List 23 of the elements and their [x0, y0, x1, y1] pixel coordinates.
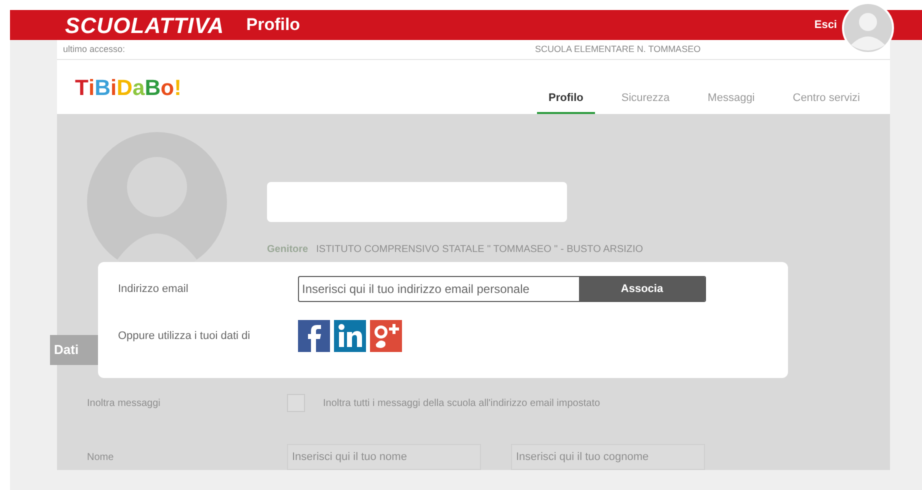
- surname-field[interactable]: Inserisci qui il tuo cognome: [511, 444, 705, 470]
- field-label: Oppure utilizza i tuoi dati di: [118, 328, 252, 344]
- checkbox-label: Inoltra tutti i messaggi della scuola all'indirizzo email impostato: [323, 396, 600, 410]
- field-label: Nome: [87, 450, 115, 464]
- google-plus-icon[interactable]: [370, 320, 402, 352]
- page-title: Profilo: [246, 14, 300, 36]
- last-access-label: ultimo accesso:: [63, 42, 126, 56]
- field-label: Indirizzo email: [118, 282, 190, 297]
- email-field[interactable]: Inserisci qui il tuo indirizzo email personale Associa: [298, 276, 706, 302]
- logout-link[interactable]: Esci: [814, 16, 837, 34]
- nav-tab[interactable]: Messaggi: [696, 90, 767, 114]
- school-name: SCUOLA ELEMENTARE N. TOMMASEO: [535, 42, 701, 56]
- institute-name: ISTITUTO COMPRENSIVO STATALE " TOMMASEO " - BUSTO ARSIZIO: [316, 243, 644, 257]
- linkedin-icon[interactable]: [334, 320, 366, 352]
- nav-tab[interactable]: Sicurezza: [609, 90, 682, 114]
- role-label: Genitore: [267, 243, 308, 257]
- associate-button[interactable]: Associa: [579, 277, 705, 301]
- tibidabo-logo: TiBiDaBo!: [75, 74, 182, 102]
- facebook-icon[interactable]: [298, 320, 330, 352]
- brand-name: SCUOLATTIVA: [65, 12, 224, 40]
- nav-tab[interactable]: Centro servizi: [780, 90, 872, 114]
- field-label: Inoltra messaggi: [87, 396, 162, 410]
- name-field[interactable]: Inserisci qui il tuo nome: [287, 444, 481, 470]
